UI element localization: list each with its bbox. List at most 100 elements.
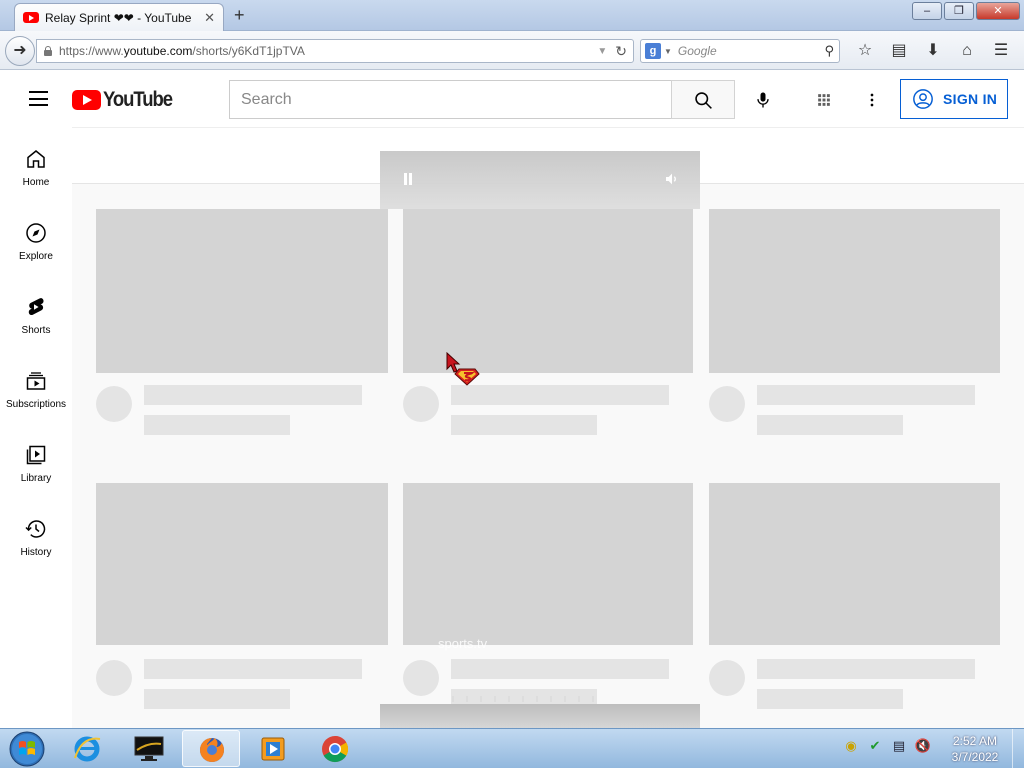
thumbnail-placeholder: [96, 483, 388, 645]
reload-icon[interactable]: ↻: [615, 43, 627, 60]
home-icon: [27, 150, 45, 168]
tray-app-icon[interactable]: ◉: [842, 737, 860, 755]
thumbnail-placeholder: [709, 483, 1000, 645]
back-button[interactable]: ➜: [5, 36, 35, 66]
windows-taskbar: ◉ ✔ ▤ 🔇 2:52 AM 3/7/2022: [0, 728, 1024, 768]
avatar-placeholder: [403, 386, 439, 422]
internet-explorer-icon: [74, 736, 101, 762]
close-window-button[interactable]: ✕: [976, 2, 1020, 20]
sidebar-item-home[interactable]: Home: [0, 127, 72, 201]
sign-in-button[interactable]: SIGN IN: [900, 79, 1008, 119]
new-tab-button[interactable]: +: [234, 6, 245, 24]
taskbar-media-player[interactable]: [244, 730, 302, 767]
lock-icon: [43, 46, 53, 56]
search-input[interactable]: Search: [229, 80, 672, 119]
media-center-icon: [134, 736, 164, 761]
system-clock[interactable]: 2:52 AM 3/7/2022: [944, 733, 1006, 765]
system-tray: ◉ ✔ ▤ 🔇: [842, 737, 932, 755]
shorts-icon: [28, 298, 44, 316]
voice-search-button[interactable]: [745, 82, 781, 118]
meta-placeholder: [144, 415, 290, 435]
pause-icon[interactable]: [403, 173, 413, 185]
thumbnail-placeholder: [403, 209, 693, 373]
shorts-player-bottom: [380, 704, 700, 728]
browser-nav-bar: https://www.youtube.com/shorts/y6KdT1jpT…: [0, 31, 1024, 70]
youtube-masthead: YouTube Search SIGN IN: [0, 70, 1024, 127]
sidebar-item-label: Shorts: [21, 325, 51, 336]
menu-icon[interactable]: ☰: [984, 40, 1018, 62]
sidebar-item-library[interactable]: Library: [0, 423, 72, 497]
sidebar-item-label: Home: [22, 177, 50, 188]
thumbnail-placeholder: [96, 209, 388, 373]
clock-date: 3/7/2022: [951, 750, 999, 764]
browse-feed: [72, 127, 1024, 728]
video-overlay-text: sports.tv: [438, 636, 488, 651]
shorts-player-controls: [380, 151, 700, 209]
search-button[interactable]: [671, 80, 735, 119]
more-vertical-icon: [870, 93, 874, 107]
youtube-logo[interactable]: YouTube: [72, 88, 181, 112]
sidebar-item-shorts[interactable]: Shorts: [0, 275, 72, 349]
bookmark-star-icon[interactable]: ☆: [848, 40, 882, 62]
sign-in-label: SIGN IN: [943, 91, 998, 107]
title-placeholder: [451, 385, 669, 405]
browser-tab[interactable]: Relay Sprint ❤❤ - YouTube ✕: [14, 3, 224, 31]
restore-button[interactable]: ❐: [944, 2, 974, 20]
windows-logo-icon: [9, 731, 45, 767]
microphone-icon: [757, 92, 769, 108]
media-player-icon: [261, 737, 285, 761]
search-icon[interactable]: ⚲: [824, 43, 834, 59]
mini-guide-sidebar: Home Explore Shorts Subscriptions Librar…: [0, 127, 72, 728]
google-engine-icon[interactable]: g: [645, 43, 661, 59]
meta-placeholder: [451, 415, 597, 435]
tab-title: Relay Sprint ❤❤ - YouTube: [45, 10, 192, 25]
taskbar-firefox[interactable]: [182, 730, 240, 767]
taskbar-chrome[interactable]: [306, 730, 364, 767]
sidebar-item-history[interactable]: History: [0, 497, 72, 571]
settings-menu-button[interactable]: [854, 82, 890, 118]
mouse-cursor-icon: [446, 352, 480, 386]
start-button[interactable]: [5, 730, 49, 768]
library-icon: [26, 445, 46, 465]
title-placeholder: [144, 659, 362, 679]
sidebar-item-label: History: [20, 547, 52, 558]
show-desktop-button[interactable]: [1012, 729, 1024, 768]
toolbar-icons: ☆ ▤ ⬇ ⌂ ☰: [848, 40, 1018, 62]
engine-dropdown-icon[interactable]: ▼: [664, 47, 672, 56]
taskbar-media-center[interactable]: [120, 730, 178, 767]
guide-menu-icon[interactable]: [29, 91, 48, 106]
volume-icon[interactable]: [664, 171, 680, 187]
title-placeholder: [757, 659, 975, 679]
subscriptions-icon: [26, 372, 46, 390]
url-dropdown-icon[interactable]: ▼: [597, 46, 607, 57]
apps-button[interactable]: [806, 82, 842, 118]
meta-placeholder: [757, 415, 903, 435]
avatar-placeholder: [709, 660, 745, 696]
tab-close-icon[interactable]: ✕: [204, 10, 215, 26]
meta-placeholder: [757, 689, 903, 709]
volume-muted-icon[interactable]: 🔇: [914, 737, 932, 755]
browser-tab-bar: Relay Sprint ❤❤ - YouTube ✕ + – ❐ ✕: [0, 0, 1024, 31]
security-check-icon[interactable]: ✔: [866, 737, 884, 755]
network-icon[interactable]: ▤: [890, 737, 908, 755]
chrome-icon: [322, 735, 349, 763]
home-button-icon[interactable]: ⌂: [950, 40, 984, 62]
address-bar[interactable]: https://www.youtube.com/shorts/y6KdT1jpT…: [36, 39, 634, 63]
bookmarks-list-icon[interactable]: ▤: [882, 40, 916, 62]
sidebar-item-subscriptions[interactable]: Subscriptions: [0, 349, 72, 423]
minimize-button[interactable]: –: [912, 2, 942, 20]
downloads-icon[interactable]: ⬇: [916, 40, 950, 62]
thumbnail-placeholder: [403, 483, 693, 645]
thumbnail-placeholder: [709, 209, 1000, 373]
sidebar-item-label: Explore: [19, 251, 53, 262]
back-arrow-icon: ➜: [13, 42, 27, 59]
avatar-placeholder: [709, 386, 745, 422]
sidebar-item-explore[interactable]: Explore: [0, 201, 72, 275]
meta-placeholder: [144, 689, 290, 709]
history-icon: [25, 520, 46, 538]
sidebar-item-label: Library: [20, 473, 52, 484]
url-text: https://www.youtube.com/shorts/y6KdT1jpT…: [59, 44, 305, 58]
taskbar-internet-explorer[interactable]: [58, 730, 116, 767]
browser-search-box[interactable]: g ▼ Google ⚲: [640, 39, 840, 63]
window-controls: – ❐ ✕: [912, 2, 1020, 20]
